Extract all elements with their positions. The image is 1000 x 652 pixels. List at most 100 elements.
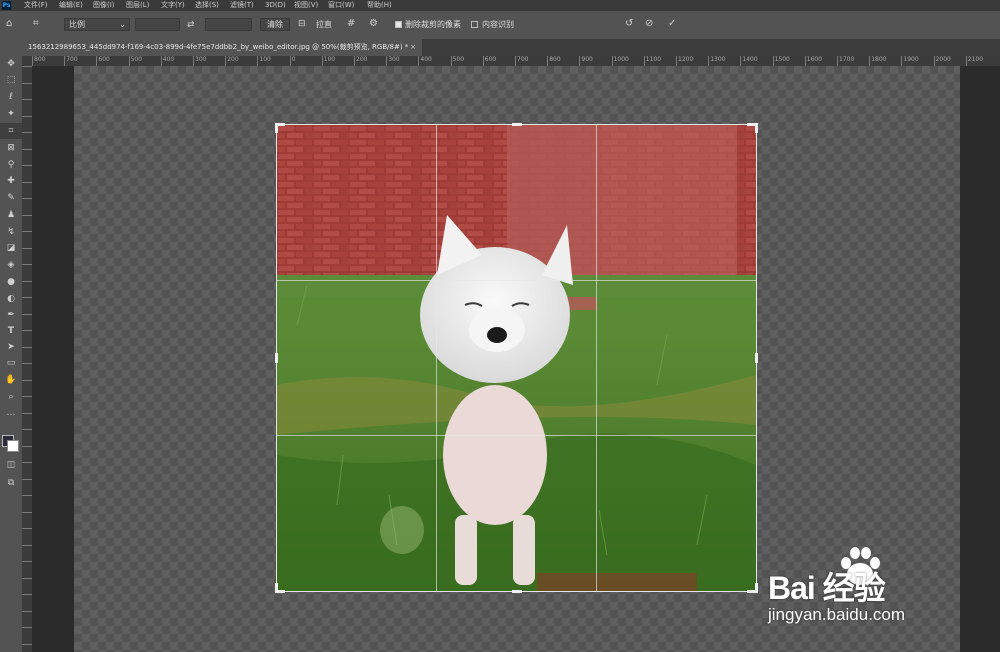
ruler-tick-label: 500	[450, 56, 464, 66]
ruler-tick	[22, 280, 32, 282]
lasso-tool-icon[interactable]: ℓ	[0, 89, 22, 105]
crop-handle-left[interactable]	[275, 353, 278, 363]
crop-handle-top[interactable]	[512, 123, 522, 126]
menu-3d[interactable]: 3D(D)	[265, 0, 286, 11]
magic-wand-tool-icon[interactable]: ✦	[0, 106, 22, 122]
menu-window[interactable]: 窗口(W)	[328, 0, 354, 11]
rectangle-tool-icon[interactable]: ▭	[0, 355, 22, 371]
reset-icon[interactable]: ↺	[625, 18, 633, 30]
screen-mode-icon[interactable]: ⧉	[0, 475, 22, 491]
height-field[interactable]	[205, 18, 252, 31]
ruler-tick	[22, 346, 32, 348]
ruler-tick	[22, 643, 32, 645]
crop-handle-bottom[interactable]	[512, 590, 522, 593]
menu-file[interactable]: 文件(F)	[24, 0, 48, 11]
crop-handle-bottom-left-v[interactable]	[275, 583, 278, 593]
ruler-tick-label: 400	[418, 56, 432, 66]
menu-filter[interactable]: 滤镜(T)	[230, 0, 254, 11]
ruler-tick	[22, 99, 32, 100]
vertical-ruler[interactable]	[22, 66, 33, 652]
ruler-tick	[22, 610, 32, 612]
ruler-tick	[22, 511, 32, 513]
menu-layer[interactable]: 图层(L)	[126, 0, 149, 11]
home-icon[interactable]: ⌂	[6, 18, 12, 30]
ruler-tick-label: 300	[193, 56, 206, 66]
ruler-tick-label: 600	[96, 56, 110, 66]
ruler-tick-label: 1700	[837, 56, 854, 66]
crop-tool-icon[interactable]: ⌗	[33, 18, 39, 30]
eyedropper-tool-icon[interactable]: ⚲	[0, 157, 22, 173]
ruler-tick	[22, 264, 32, 265]
ruler-tick	[22, 297, 32, 298]
ruler-tick-label: 2000	[933, 56, 951, 66]
frame-tool-icon[interactable]: ⊠	[0, 140, 22, 156]
pen-tool-icon[interactable]: ✒	[0, 307, 22, 323]
document-tab-bar: 1563212989653_445dd974-f169-4c03-899d-4f…	[22, 39, 1000, 56]
menu-type[interactable]: 文字(Y)	[161, 0, 185, 11]
menu-select[interactable]: 选择(S)	[195, 0, 219, 11]
options-bar: ⌂ ⌗ 比例 ⌄ ⇄ 清除 ⊟ 拉直 # ⚙ 删除裁剪的像素 内容识别 ↺ ⊘ …	[0, 11, 1000, 40]
menu-edit[interactable]: 编辑(E)	[59, 0, 83, 11]
ruler-tick	[22, 115, 32, 117]
blur-tool-icon[interactable]: ●	[0, 274, 22, 290]
history-brush-tool-icon[interactable]: ↯	[0, 224, 22, 240]
swap-arrows-icon[interactable]: ⇄	[187, 19, 195, 31]
ruler-tick-label: 0	[289, 56, 295, 66]
stamp-tool-icon[interactable]: ♟	[0, 207, 22, 223]
ratio-select-label: 比例	[69, 20, 85, 29]
delete-cropped-checkbox[interactable]	[395, 21, 402, 28]
close-icon[interactable]: ×	[410, 39, 416, 56]
menu-view[interactable]: 视图(V)	[294, 0, 318, 11]
document-tab[interactable]: 1563212989653_445dd974-f169-4c03-899d-4f…	[22, 39, 422, 56]
ruler-tick-label: 900	[579, 56, 593, 66]
gear-icon[interactable]: ⚙	[369, 18, 378, 30]
width-field[interactable]	[135, 18, 180, 31]
ruler-tick	[22, 412, 32, 414]
crop-handle-bottom-right-v[interactable]	[755, 583, 758, 593]
ruler-tick	[22, 594, 32, 595]
menu-image[interactable]: 图像(I)	[93, 0, 115, 11]
ratio-select[interactable]: 比例 ⌄	[64, 18, 130, 31]
ruler-tick-label: 400	[160, 56, 174, 66]
ruler-tick-label: 1100	[643, 56, 661, 66]
eraser-tool-icon[interactable]: ◪	[0, 240, 22, 256]
ruler-tick	[22, 396, 32, 397]
zoom-tool-icon[interactable]: ⌕	[0, 389, 22, 405]
crop-tool-icon[interactable]: ⌗	[0, 123, 22, 139]
content-aware-checkbox[interactable]	[471, 21, 478, 28]
path-selection-tool-icon[interactable]: ➤	[0, 339, 22, 355]
commit-check-icon[interactable]: ✓	[668, 18, 676, 30]
crop-box[interactable]	[276, 124, 757, 592]
ruler-tick	[22, 561, 32, 562]
hand-tool-icon[interactable]: ✋	[0, 372, 22, 388]
paint-bucket-tool-icon[interactable]: ◈	[0, 257, 22, 273]
ruler-tick	[22, 66, 32, 67]
ruler-tick-label: 300	[386, 56, 400, 66]
menu-help[interactable]: 帮助(H)	[367, 0, 392, 11]
marquee-tool-icon[interactable]: ⬚	[0, 72, 22, 88]
crop-handle-top-right-v[interactable]	[755, 123, 758, 133]
healing-brush-tool-icon[interactable]: ✚	[0, 173, 22, 189]
ruler-tick-label: 700	[64, 56, 78, 66]
ruler-tick	[22, 231, 32, 232]
background-color-swatch[interactable]	[7, 440, 19, 452]
ruler-tick-label: 200	[354, 56, 367, 66]
grid-overlay-icon[interactable]: #	[347, 18, 355, 30]
straighten-label[interactable]: 拉直	[316, 19, 332, 30]
ruler-tick-label: 1500	[772, 56, 790, 66]
watermark-brand: Bai 经验	[768, 570, 886, 606]
ruler-tick	[22, 82, 32, 84]
cancel-icon[interactable]: ⊘	[645, 18, 653, 30]
move-tool-icon[interactable]: ✥	[0, 56, 22, 72]
type-tool-icon[interactable]: T	[0, 323, 22, 339]
ruler-tick	[22, 132, 32, 133]
dodge-tool-icon[interactable]: ◐	[0, 291, 22, 307]
more-tools-icon[interactable]: …	[0, 405, 22, 421]
crop-handle-right[interactable]	[755, 353, 758, 363]
crop-handle-top-left-v[interactable]	[275, 123, 278, 133]
clear-button[interactable]: 清除	[260, 18, 290, 31]
straighten-icon[interactable]: ⊟	[298, 18, 306, 30]
brush-tool-icon[interactable]: ✎	[0, 190, 22, 206]
ruler-tick-label: 2100	[965, 56, 983, 66]
quick-mask-icon[interactable]: ◫	[0, 457, 22, 473]
